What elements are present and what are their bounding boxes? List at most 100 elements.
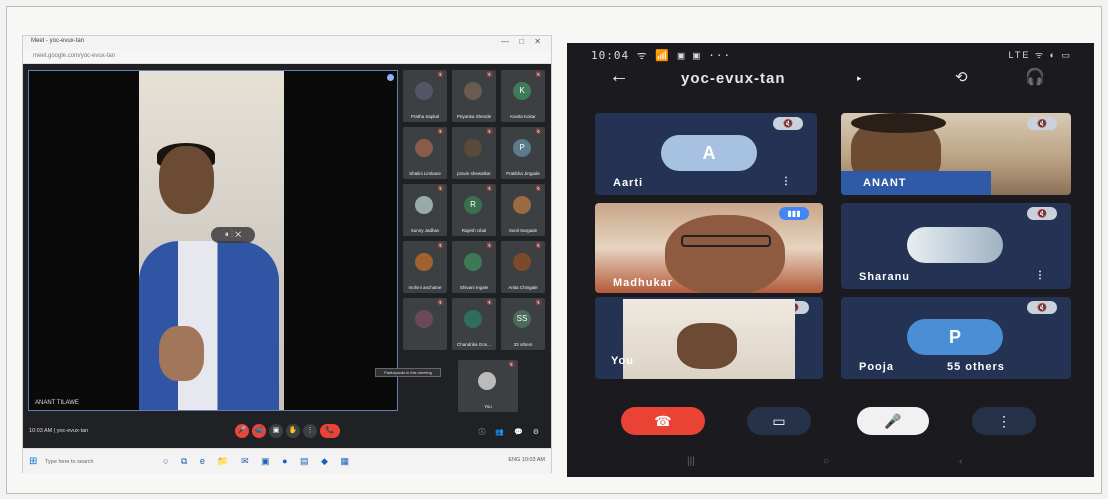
participant-name: You — [611, 355, 634, 367]
participant-name: Aarti — [613, 177, 644, 189]
avatar — [464, 82, 482, 100]
hair — [851, 113, 946, 133]
avatar — [513, 196, 531, 214]
mic-off-icon: 🔇 — [437, 129, 444, 135]
participant-tile-pooja[interactable]: 🔇 P Pooja 55 others — [841, 297, 1071, 379]
participant-tile[interactable]: 🔇 mohini anchatne — [403, 241, 447, 293]
avatar: P — [907, 319, 1003, 355]
mic-off-icon: 🔇 — [486, 72, 493, 78]
end-call-button[interactable]: ☎ — [621, 407, 705, 435]
participant-tile[interactable]: 🔇 SS 33 others — [501, 298, 545, 350]
participant-tile[interactable]: 🔇 Shivani Ingale — [452, 241, 496, 293]
tooltip: Participants in this meeting — [375, 368, 441, 377]
others-count[interactable]: 55 others — [947, 361, 1005, 373]
avatar: A — [661, 135, 757, 171]
more-options-button[interactable]: ⋮ — [972, 407, 1036, 435]
avatar: SS — [513, 310, 531, 328]
avatar — [464, 139, 482, 157]
recents-icon[interactable]: ||| — [687, 456, 695, 467]
avatar — [464, 310, 482, 328]
mic-off-icon: 🔇 — [437, 243, 444, 249]
avatar — [415, 253, 433, 271]
mic-off-icon: 🔇 — [535, 300, 542, 306]
mic-off-icon: 🔇 — [486, 129, 493, 135]
participant-tile-self[interactable]: 🔇 You — [595, 297, 823, 379]
meeting-tools-icons[interactable]: ⓘ 👥 💬 ⚙ — [478, 427, 543, 437]
avatar: R — [464, 196, 482, 214]
meeting-code[interactable]: yoc-evux-tan — [681, 70, 786, 87]
more-options-button[interactable]: ⋮ — [303, 424, 317, 438]
status-icons: LTE ᯤ ◐ ▭ — [1008, 50, 1072, 60]
participant-tile-sharanu[interactable]: 🔇 Sharanu ⋮ — [841, 203, 1071, 289]
participant-tile[interactable]: 🔇 Sunil Sargade — [501, 184, 545, 236]
chevron-right-icon[interactable]: ▸ — [857, 73, 862, 84]
participant-tile-anant[interactable]: 🔇 ANANT — [841, 113, 1071, 195]
avatar — [415, 196, 433, 214]
jacket — [139, 241, 279, 410]
meet-control-bar: 10:03 AM | yoc-evux-tan 🎤 📹 ▣ ✋ ⋮ 📞 ⓘ 👥 … — [23, 416, 551, 448]
participant-name: Madhukar — [613, 277, 673, 289]
camera-toggle-button[interactable]: ▭ — [747, 407, 811, 435]
speaking-indicator-icon: ▮▮▮ — [779, 207, 809, 220]
participant-tile[interactable]: 🔇 Shalini Limkane — [403, 127, 447, 179]
participant-tile[interactable]: 🔇 pravin shewalkar — [452, 127, 496, 179]
participant-name: Pooja — [859, 361, 894, 373]
back-arrow-icon[interactable]: ← — [609, 65, 629, 88]
tile-name: Pratibha Jingade — [506, 171, 540, 176]
switch-camera-icon[interactable]: ⟲ — [955, 68, 968, 86]
tile-overlay-controls[interactable]: ⏸ ⋮ ✕ — [211, 227, 255, 243]
avatar: K — [513, 82, 531, 100]
browser-tab[interactable]: Meet - yoc-evux-tan — [31, 38, 84, 44]
windows-start-icon[interactable]: ⊞ — [29, 456, 37, 467]
scan-frame: Meet - yoc-evux-tan — □ ✕ meet.google.co… — [6, 6, 1102, 494]
phone-screen: 10:04 ᯤ 📶 ▣ ▣ ··· LTE ᯤ ◐ ▭ ← yoc-evux-t… — [567, 43, 1094, 477]
participant-tile[interactable]: 🔇 Chandrika Gon... — [452, 298, 496, 350]
windows-taskbar: ⊞ Type here to search ○ ⧉ e 📁 ✉ ▣ ● ▤ ◆ … — [23, 448, 551, 474]
participant-tile-aarti[interactable]: 🔇 A Aarti ⋮ — [595, 113, 817, 195]
mic-button[interactable]: 🎤 — [235, 424, 249, 438]
raise-hand-button[interactable]: ✋ — [286, 424, 300, 438]
participant-tile[interactable]: 🔇 K Kavita Kokar — [501, 70, 545, 122]
participant-tile[interactable]: 🔇 Sunny Jadhav — [403, 184, 447, 236]
tile-name: You — [484, 404, 492, 409]
pin-icon[interactable] — [387, 74, 394, 81]
self-tile[interactable]: 🔇 You — [458, 360, 518, 412]
participant-tile[interactable]: 🔇 Anita Chingale — [501, 241, 545, 293]
captions-button[interactable]: ▣ — [269, 424, 283, 438]
taskbar-app-icons[interactable]: ○ ⧉ e 📁 ✉ ▣ ● ▤ ◆ ▦ — [163, 456, 354, 467]
avatar — [513, 253, 531, 271]
participant-tile[interactable]: 🔇 P Pratibha Jingade — [501, 127, 545, 179]
mic-off-icon: 🔇 — [508, 362, 515, 368]
participant-tile[interactable]: 🔇 R Rajesh Ubal — [452, 184, 496, 236]
avatar — [478, 372, 496, 390]
head — [159, 146, 214, 214]
back-icon[interactable]: ‹ — [959, 456, 962, 467]
mic-off-icon: 🔇 — [535, 186, 542, 192]
status-time: 10:04 ᯤ 📶 ▣ ▣ ··· — [591, 49, 732, 62]
tile-name: Anita Chingale — [508, 285, 538, 290]
avatar — [464, 253, 482, 271]
system-tray: ENG 10:03 AM — [508, 457, 545, 463]
face — [665, 215, 785, 293]
tile-name: mohini anchatne — [408, 285, 442, 290]
participant-tile[interactable]: 🔇 Priyanka Shende — [452, 70, 496, 122]
home-icon[interactable]: ○ — [823, 456, 829, 467]
taskbar-search[interactable]: Type here to search — [45, 456, 155, 468]
mic-toggle-button[interactable]: 🎤 — [857, 407, 929, 435]
mic-off-icon: 🔇 — [486, 243, 493, 249]
participant-tile-speaker[interactable]: ▮▮▮ Madhukar — [595, 203, 823, 293]
window-controls[interactable]: — □ ✕ — [501, 37, 545, 46]
main-video[interactable]: ⏸ ⋮ ✕ ANANT TILAWE — [28, 70, 398, 411]
end-call-button[interactable]: 📞 — [320, 424, 340, 438]
mic-off-icon: 🔇 — [1027, 117, 1057, 130]
participant-tile[interactable]: 🔇 Pratha Sapkal — [403, 70, 447, 122]
more-vert-icon[interactable]: ⋮ — [781, 176, 791, 187]
camera-button[interactable]: 📹 — [252, 424, 266, 438]
speaker-video-feed — [139, 71, 284, 410]
audio-output-icon[interactable]: 🎧 — [1025, 67, 1045, 87]
glasses — [681, 235, 771, 247]
participant-tile[interactable]: 🔇 — [403, 298, 447, 350]
more-vert-icon[interactable]: ⋮ — [1035, 270, 1045, 281]
address-bar[interactable]: meet.google.com/yoc-evux-tan — [23, 50, 551, 64]
mic-off-icon: 🔇 — [437, 72, 444, 78]
